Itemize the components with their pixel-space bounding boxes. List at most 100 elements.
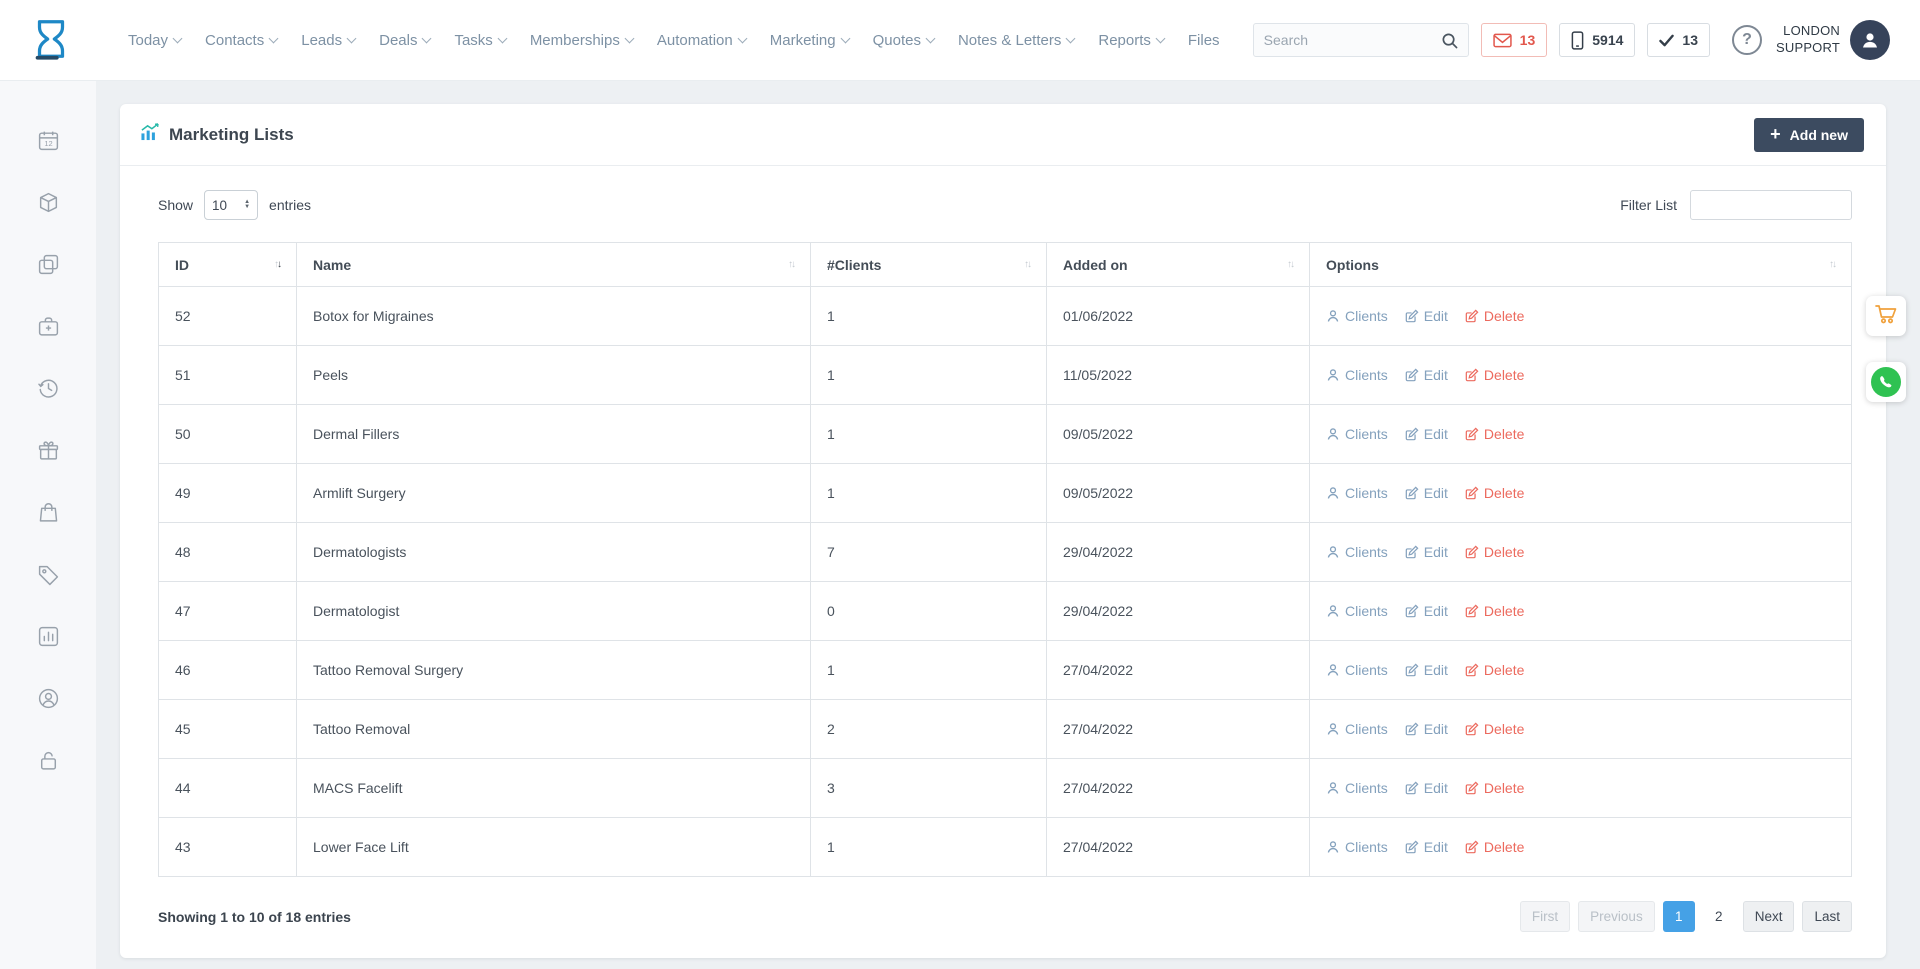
nav-item-label: Tasks	[454, 32, 492, 49]
nav-item-notes-letters[interactable]: Notes & Letters	[958, 32, 1074, 49]
nav-item-leads[interactable]: Leads	[301, 32, 355, 49]
user-avatar[interactable]	[1850, 20, 1890, 60]
calendar-icon[interactable]: 12	[26, 118, 70, 162]
account-icon[interactable]	[26, 676, 70, 720]
filter-input[interactable]	[1690, 190, 1852, 220]
calls-badge[interactable]: 5914	[1559, 23, 1635, 57]
nav-item-automation[interactable]: Automation	[657, 32, 746, 49]
delete-link[interactable]: Delete	[1465, 367, 1524, 383]
clients-link[interactable]: Clients	[1326, 839, 1388, 855]
entries-summary: Showing 1 to 10 of 18 entries	[158, 909, 351, 925]
cell-id: 51	[159, 346, 297, 405]
search-input[interactable]	[1264, 32, 1441, 48]
search-icon[interactable]	[1441, 32, 1458, 49]
mail-badge[interactable]: 13	[1481, 23, 1548, 57]
clients-link[interactable]: Clients	[1326, 721, 1388, 737]
clients-link[interactable]: Clients	[1326, 308, 1388, 324]
pagination-next[interactable]: Next	[1743, 901, 1795, 932]
copy-icon[interactable]	[26, 242, 70, 286]
cell-clients: 1	[811, 641, 1047, 700]
entries-select[interactable]: 10 ▲▼	[204, 190, 258, 220]
chevron-down-icon	[1066, 33, 1076, 43]
delete-link[interactable]: Delete	[1465, 603, 1524, 619]
delete-link[interactable]: Delete	[1465, 485, 1524, 501]
edit-link[interactable]: Edit	[1405, 780, 1448, 796]
edit-link[interactable]: Edit	[1405, 839, 1448, 855]
edit-link[interactable]: Edit	[1405, 721, 1448, 737]
pagination-2[interactable]: 2	[1703, 901, 1735, 932]
clients-link[interactable]: Clients	[1326, 603, 1388, 619]
nav-item-reports[interactable]: Reports	[1098, 32, 1164, 49]
pagination-first[interactable]: First	[1520, 901, 1570, 932]
tag-icon[interactable]	[26, 552, 70, 596]
edit-link[interactable]: Edit	[1405, 426, 1448, 442]
cell-clients: 7	[811, 523, 1047, 582]
chevron-down-icon	[840, 33, 850, 43]
package-icon[interactable]	[26, 180, 70, 224]
column-header-options[interactable]: Options↑↓	[1310, 243, 1852, 287]
edit-icon	[1405, 368, 1419, 382]
edit-link[interactable]: Edit	[1405, 603, 1448, 619]
edit-link[interactable]: Edit	[1405, 662, 1448, 678]
edit-link[interactable]: Edit	[1405, 485, 1448, 501]
clients-link[interactable]: Clients	[1326, 367, 1388, 383]
edit-link[interactable]: Edit	[1405, 544, 1448, 560]
pagination-previous[interactable]: Previous	[1578, 901, 1655, 932]
cell-added-on: 29/04/2022	[1047, 523, 1310, 582]
edit-link[interactable]: Edit	[1405, 367, 1448, 383]
app-logo[interactable]	[28, 17, 78, 63]
delete-link[interactable]: Delete	[1465, 544, 1524, 560]
kit-icon[interactable]	[26, 304, 70, 348]
person-icon	[1326, 840, 1340, 854]
table-row: 50Dermal Fillers109/05/2022ClientsEditDe…	[159, 405, 1852, 464]
delete-link[interactable]: Delete	[1465, 839, 1524, 855]
nav-item-memberships[interactable]: Memberships	[530, 32, 633, 49]
delete-link[interactable]: Delete	[1465, 721, 1524, 737]
delete-link-label: Delete	[1484, 721, 1524, 737]
delete-link[interactable]: Delete	[1465, 426, 1524, 442]
delete-link[interactable]: Delete	[1465, 308, 1524, 324]
clients-link[interactable]: Clients	[1326, 426, 1388, 442]
bar-chart-icon[interactable]	[26, 614, 70, 658]
table-row: 47Dermatologist029/04/2022ClientsEditDel…	[159, 582, 1852, 641]
cart-float-button[interactable]	[1866, 296, 1906, 336]
help-button[interactable]: ?	[1732, 25, 1762, 55]
lock-icon[interactable]	[26, 738, 70, 782]
nav-item-label: Deals	[379, 32, 417, 49]
cell-name: Dermatologists	[297, 523, 811, 582]
shopping-bag-icon[interactable]	[26, 490, 70, 534]
tasks-badge[interactable]: 13	[1647, 23, 1710, 57]
question-mark-icon: ?	[1742, 31, 1752, 49]
call-float-button[interactable]	[1866, 362, 1906, 402]
gift-icon[interactable]	[26, 428, 70, 472]
column-header-added-on[interactable]: Added on↑↓	[1047, 243, 1310, 287]
clients-link[interactable]: Clients	[1326, 544, 1388, 560]
add-new-button[interactable]: + Add new	[1754, 118, 1864, 152]
history-icon[interactable]	[26, 366, 70, 410]
pagination-1[interactable]: 1	[1663, 901, 1695, 932]
clients-link[interactable]: Clients	[1326, 662, 1388, 678]
column-header-id[interactable]: ID↑↓	[159, 243, 297, 287]
nav-item-today[interactable]: Today	[128, 32, 181, 49]
edit-link[interactable]: Edit	[1405, 308, 1448, 324]
clients-link[interactable]: Clients	[1326, 780, 1388, 796]
column-header-name[interactable]: Name↑↓	[297, 243, 811, 287]
sort-icon: ↑↓	[274, 259, 280, 270]
chevron-down-icon	[173, 33, 183, 43]
nav-item-deals[interactable]: Deals	[379, 32, 430, 49]
cell-id: 44	[159, 759, 297, 818]
delete-icon	[1465, 663, 1479, 677]
nav-item-quotes[interactable]: Quotes	[873, 32, 934, 49]
clients-link[interactable]: Clients	[1326, 485, 1388, 501]
edit-icon	[1405, 722, 1419, 736]
pagination-last[interactable]: Last	[1802, 901, 1852, 932]
delete-icon	[1465, 309, 1479, 323]
nav-item-contacts[interactable]: Contacts	[205, 32, 277, 49]
column-header-clients[interactable]: #Clients↑↓	[811, 243, 1047, 287]
delete-link[interactable]: Delete	[1465, 780, 1524, 796]
delete-link[interactable]: Delete	[1465, 662, 1524, 678]
nav-item-marketing[interactable]: Marketing	[770, 32, 849, 49]
nav-item-files[interactable]: Files	[1188, 32, 1220, 49]
delete-icon	[1465, 840, 1479, 854]
nav-item-tasks[interactable]: Tasks	[454, 32, 505, 49]
